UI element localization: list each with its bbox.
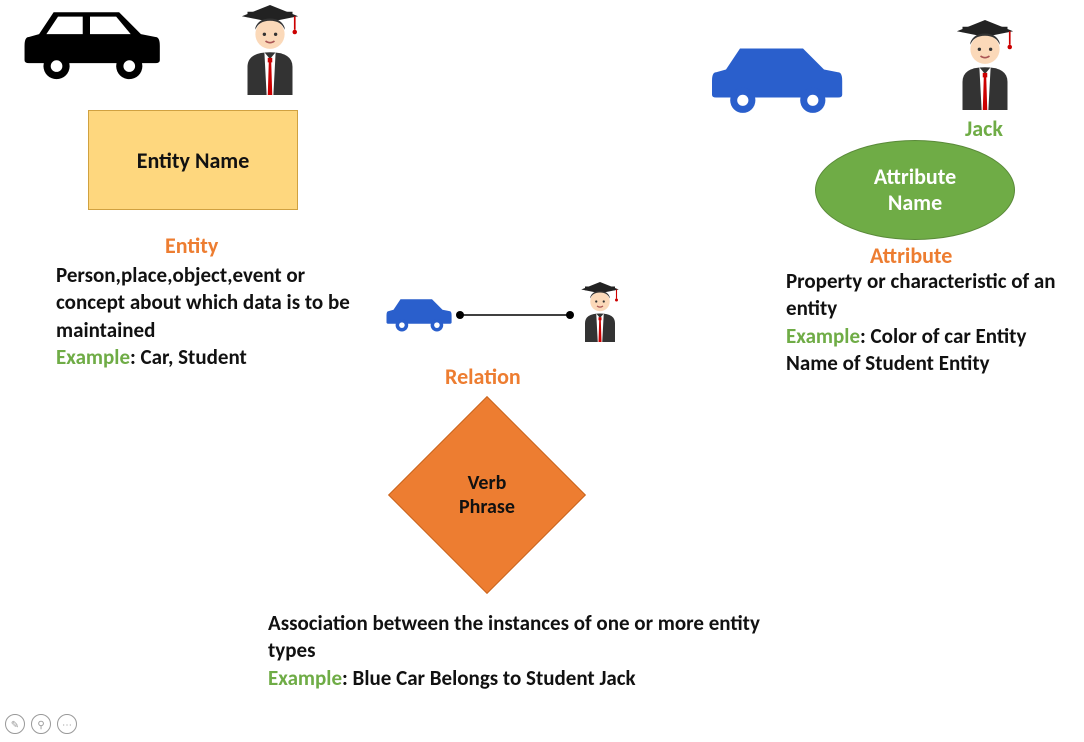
attribute-description: Property or characteristic of an entity …: [786, 268, 1076, 377]
attribute-title: Attribute: [870, 242, 952, 269]
relation-shape: Verb Phrase: [387, 395, 587, 595]
relation-description: Association between the instances of one…: [268, 610, 768, 692]
entity-shape: Entity Name: [88, 110, 298, 210]
relation-shape-label1: Verb: [468, 471, 507, 495]
relation-shape-label2: Phrase: [459, 495, 515, 519]
car-blue-icon: [705, 40, 845, 120]
student-icon: [235, 5, 305, 95]
attribute-shape-label1: Attribute: [874, 163, 956, 190]
car-blue-small-icon: [383, 295, 453, 335]
more-icon[interactable]: ⋯: [57, 714, 77, 734]
car-black-icon: [15, 5, 165, 85]
relation-title: Relation: [445, 363, 521, 390]
student-small-icon: [575, 282, 625, 342]
entity-title: Entity: [165, 232, 218, 259]
zoom-icon[interactable]: ⚲: [31, 714, 51, 734]
entity-shape-label: Entity Name: [137, 147, 250, 174]
entity-description: Person,place,object,event or concept abo…: [56, 262, 356, 371]
pen-tool-icon[interactable]: ✎: [5, 714, 25, 734]
toolbar: ✎ ⚲ ⋯: [5, 714, 77, 734]
student-icon-2: [950, 20, 1020, 110]
student-name-label: Jack: [965, 115, 1003, 142]
attribute-shape-label2: Name: [888, 189, 942, 216]
relation-line: [455, 305, 575, 325]
attribute-shape: Attribute Name: [815, 140, 1015, 240]
